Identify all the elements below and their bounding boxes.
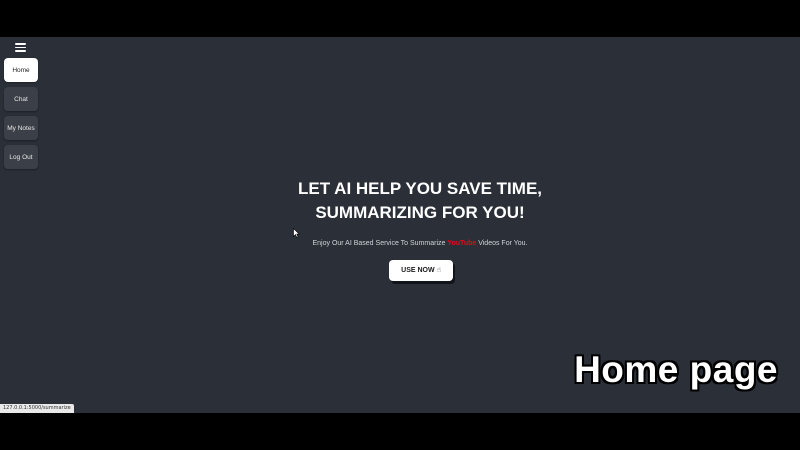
app-viewport: Home Chat My Notes Log Out LET AI HELP Y… [0, 37, 800, 413]
browser-status-url: 127.0.0.1:5000/summarize [0, 404, 74, 413]
video-letterbox-top [0, 0, 800, 37]
video-caption-overlay: Home page [574, 349, 778, 390]
sidebar-item-label: My Notes [7, 124, 35, 132]
hero-title-line-2: SUMMARIZING FOR YOU! [315, 203, 525, 222]
youtube-brand-text: YouTube [447, 240, 477, 247]
use-now-button[interactable]: USE NOW ☝ [389, 260, 453, 281]
sidebar-item-label: Log Out [9, 153, 33, 161]
hero-title-line-1: LET AI HELP YOU SAVE TIME, [297, 179, 543, 198]
pointing-hand-icon: ☝ [436, 267, 441, 274]
sidebar-item-my-notes[interactable]: My Notes [4, 116, 38, 140]
hero-title: LET AI HELP YOU SAVE TIME, SUMMARIZING F… [200, 177, 640, 225]
sidebar-item-home[interactable]: Home [4, 58, 38, 82]
hero-subtitle-text-before: Enjoy Our AI Based Service To Summarize [312, 240, 448, 247]
sidebar-item-label: Chat [14, 95, 28, 103]
sidebar-item-log-out[interactable]: Log Out [4, 145, 38, 169]
video-letterbox-bottom [0, 413, 800, 450]
sidebar-item-label: Home [12, 66, 30, 74]
hamburger-menu-icon[interactable] [15, 43, 26, 52]
mouse-cursor-icon [293, 228, 301, 238]
hero-subtitle-text-after: Videos For You. [476, 240, 528, 247]
use-now-label: USE NOW [401, 267, 435, 274]
sidebar-item-chat[interactable]: Chat [4, 87, 38, 111]
hero-subtitle: Enjoy Our AI Based Service To Summarize … [220, 240, 620, 247]
